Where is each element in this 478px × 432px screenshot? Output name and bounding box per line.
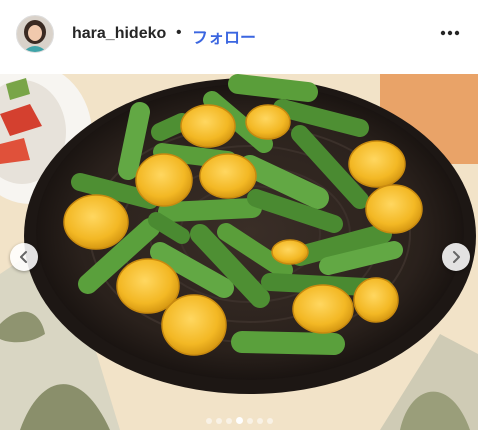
carousel-dot	[266, 417, 273, 424]
carousel-indicator	[0, 412, 478, 425]
username[interactable]: hara_hideko	[72, 25, 166, 43]
avatar-photo	[17, 16, 53, 52]
carousel-prev-button[interactable]	[10, 243, 38, 271]
carousel-dot	[205, 417, 212, 424]
carousel-next-button[interactable]	[442, 243, 470, 271]
food-photo	[0, 74, 478, 430]
carousel-dot	[235, 417, 243, 425]
carousel-dot	[225, 417, 232, 424]
post-header: hara_hideko • フォロー	[0, 0, 478, 74]
carousel-dot	[215, 417, 222, 424]
post-photo[interactable]	[0, 74, 478, 430]
chevron-right-icon	[453, 251, 460, 263]
avatar[interactable]	[16, 15, 54, 53]
more-horizontal-icon	[440, 30, 460, 36]
carousel-dot	[256, 417, 263, 424]
separator-dot: •	[176, 24, 182, 41]
carousel-dot	[246, 417, 253, 424]
follow-button[interactable]: フォロー	[192, 24, 256, 48]
chevron-left-icon	[20, 251, 27, 263]
more-options-button[interactable]	[438, 22, 462, 42]
